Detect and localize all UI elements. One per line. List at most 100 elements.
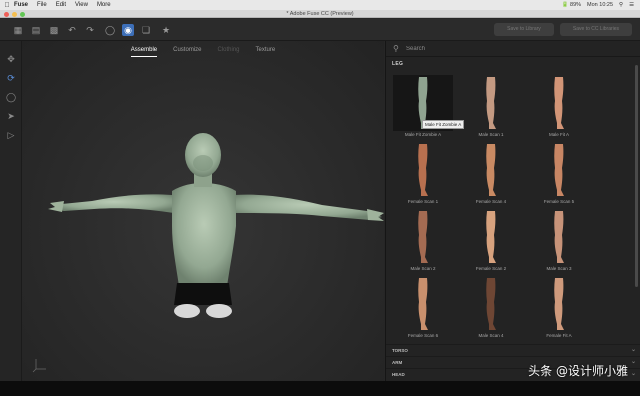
leg-thumbnail	[418, 144, 428, 196]
search-input[interactable]	[406, 43, 626, 55]
leg-thumbnail	[486, 211, 496, 263]
leg-thumbnail	[554, 211, 564, 263]
face-shadow	[193, 155, 213, 171]
leg-item[interactable]: Female Fit A	[525, 276, 593, 342]
shorts	[174, 283, 232, 305]
layers-icon[interactable]: ❏	[140, 24, 152, 36]
watermark: 头条 @设计师小雅	[528, 364, 628, 378]
leg-item-label: Male Fit Zombie A	[404, 132, 442, 137]
leg-item[interactable]: Female Scan 6	[389, 276, 457, 342]
left-leg-stub	[174, 304, 200, 318]
category-label: ARM	[392, 360, 403, 365]
right-leg-stub	[206, 304, 232, 318]
undo-icon[interactable]: ↶	[66, 24, 78, 36]
right-hand	[367, 209, 384, 221]
rotate-icon[interactable]: ⟳	[5, 72, 17, 84]
leg-thumbnail	[486, 77, 496, 129]
leg-shape	[554, 144, 564, 196]
leg-thumbnail	[486, 278, 496, 330]
leg-item[interactable]: Male Scan 1	[457, 75, 525, 141]
3d-viewport[interactable]: Assemble Customize Clothing Texture	[22, 41, 384, 381]
app-window:  Fuse File Edit View More 🔋 89% Mon 10:…	[0, 0, 640, 396]
toolbar: ▦ ▤ ▩ ↶ ↷ ◯ ◉ ❏ ★ Save to Library Save t…	[0, 19, 640, 41]
leg-item-label: Male Fit A	[548, 132, 569, 137]
menu-more[interactable]: More	[97, 2, 111, 8]
window-title: * Adobe Fuse CC (Preview)	[286, 11, 354, 17]
leg-item[interactable]: Male Fit Zombie A	[389, 75, 457, 141]
leg-item-label: Female Scan 6	[407, 333, 439, 338]
leg-shape	[418, 278, 428, 330]
search-icon[interactable]: ⚲	[619, 2, 623, 8]
leg-item-label: Male Scan 2	[410, 266, 436, 271]
leg-item-label: Female Scan 5	[543, 199, 575, 204]
leg-thumbnail	[554, 278, 564, 330]
leg-item-label: Female Fit A	[546, 333, 572, 338]
tool-rail: ✥ ⟳ ◯ ➤ ▷	[0, 41, 22, 381]
leg-thumbnail	[418, 211, 428, 263]
menu-edit[interactable]: Edit	[56, 2, 66, 8]
leg-item[interactable]: Male Scan 2	[389, 209, 457, 275]
list-icon[interactable]: ☰	[629, 2, 634, 8]
leg-item-label: Female Scan 1	[407, 199, 439, 204]
leg-item[interactable]: Male Fit A	[525, 75, 593, 141]
play-icon[interactable]: ▷	[5, 129, 17, 141]
leg-thumbnail	[554, 144, 564, 196]
menu-bar:  Fuse File Edit View More 🔋 89% Mon 10:…	[0, 0, 640, 10]
leg-shape	[486, 278, 496, 330]
leg-shape	[486, 77, 496, 129]
menu-view[interactable]: View	[75, 2, 88, 8]
leg-item[interactable]: Female Scan 5	[525, 142, 593, 208]
category-label: TORSO	[392, 348, 408, 353]
clock: Mon 10:25	[587, 2, 614, 8]
cc-library-icon[interactable]: ◉	[122, 24, 134, 36]
tooltip: Male Fit Zombie A	[422, 120, 465, 129]
axis-gizmo-icon	[32, 359, 46, 373]
search-bar: ⚲	[386, 41, 640, 57]
apple-icon[interactable]: 	[0, 2, 14, 9]
leg-item[interactable]: Male Scan 4	[457, 276, 525, 342]
menu-fuse[interactable]: Fuse	[14, 2, 28, 8]
leg-shape	[418, 211, 428, 263]
leg-item[interactable]: Female Scan 2	[457, 209, 525, 275]
leg-thumbnail	[554, 77, 564, 129]
leg-item[interactable]: Female Scan 1	[389, 142, 457, 208]
torso	[172, 183, 236, 286]
leg-shape	[486, 144, 496, 196]
status-area: 🔋 89% Mon 10:25 ⚲ ☰	[562, 0, 634, 10]
bottom-strip	[0, 381, 640, 396]
import-icon[interactable]: ▤	[30, 24, 42, 36]
select-icon[interactable]: ➤	[5, 110, 17, 122]
save-icon[interactable]: ▩	[48, 24, 60, 36]
chevron-down-icon: ⌄	[630, 371, 636, 377]
left-arm	[54, 194, 174, 213]
chevron-down-icon: ⌄	[630, 359, 636, 365]
leg-shape	[554, 211, 564, 263]
title-bar: * Adobe Fuse CC (Preview)	[0, 10, 640, 18]
redo-icon[interactable]: ↷	[84, 24, 96, 36]
random-icon[interactable]: ◯	[104, 24, 116, 36]
left-hand	[48, 201, 64, 212]
leg-item[interactable]: Male Scan 3	[525, 209, 593, 275]
leg-shape	[418, 144, 428, 196]
save-to-cc-libraries-button[interactable]: Save to CC Libraries	[560, 23, 632, 36]
leg-item-label: Female Scan 4	[475, 199, 507, 204]
orbit-icon[interactable]: ◯	[5, 91, 17, 103]
category-label: HEAD	[392, 372, 405, 377]
move-icon[interactable]: ✥	[5, 53, 17, 65]
leg-item-label: Female Scan 2	[475, 266, 507, 271]
favorite-icon[interactable]: ★	[160, 24, 172, 36]
leg-item-label: Male Scan 3	[546, 266, 572, 271]
character-model[interactable]	[22, 41, 384, 381]
leg-item-label: Male Scan 4	[478, 333, 504, 338]
section-title: LEG	[392, 61, 404, 67]
battery-status: 🔋 89%	[561, 2, 582, 8]
library-panel: ⚲ LEG Male Fit Zombie A Male Scan 1 Male F…	[385, 41, 640, 381]
new-file-icon[interactable]: ▦	[12, 24, 24, 36]
search-icon: ⚲	[393, 44, 399, 53]
category-torso[interactable]: TORSO ⌄	[386, 344, 640, 355]
scrollbar[interactable]	[635, 65, 638, 287]
leg-item[interactable]: Female Scan 4	[457, 142, 525, 208]
leg-item-label: Male Scan 1	[478, 132, 504, 137]
menu-file[interactable]: File	[37, 2, 47, 8]
save-to-library-button[interactable]: Save to Library	[494, 23, 554, 36]
